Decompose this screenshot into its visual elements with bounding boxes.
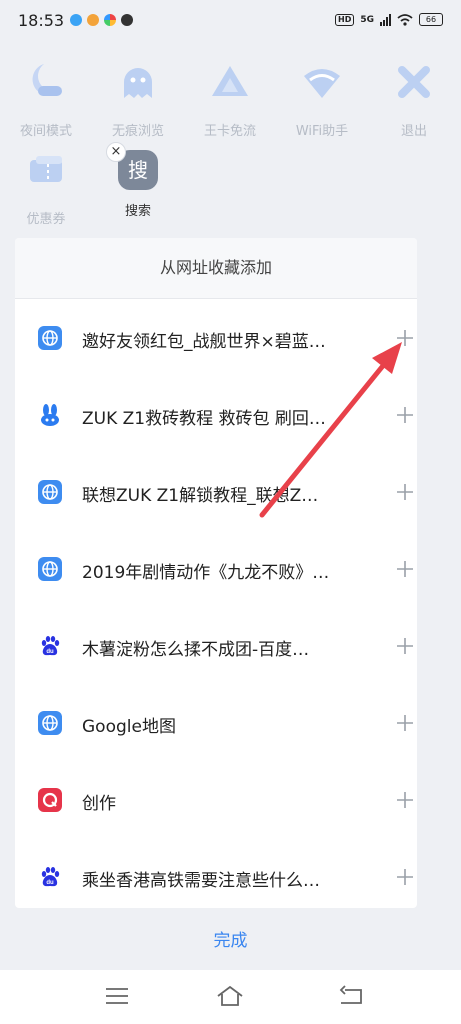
incognito-button[interactable]: 无痕浏览 bbox=[92, 58, 184, 139]
remove-search-button[interactable]: × bbox=[106, 142, 126, 162]
exit-icon bbox=[398, 66, 430, 98]
globe-icon bbox=[38, 711, 62, 735]
night-mode-icon bbox=[32, 64, 62, 96]
globe-icon bbox=[38, 480, 62, 504]
bookmark-row[interactable]: du 乘坐香港高铁需要注意些什么… bbox=[15, 852, 417, 902]
status-time: 18:53 bbox=[18, 11, 65, 30]
network-type: 5G bbox=[360, 14, 374, 25]
baidu-icon: du bbox=[38, 634, 62, 658]
add-button[interactable] bbox=[393, 480, 417, 504]
globe-icon bbox=[38, 557, 62, 581]
add-button[interactable] bbox=[393, 865, 417, 889]
signal-icon bbox=[380, 13, 391, 26]
wifi-status-icon bbox=[397, 13, 413, 26]
panel-title: 从网址收藏添加 bbox=[15, 238, 417, 299]
bookmark-title: ZUK Z1救砖教程 救砖包 刷回… bbox=[82, 409, 326, 429]
bookmark-title: 乘坐香港高铁需要注意些什么… bbox=[82, 871, 320, 891]
add-button[interactable] bbox=[393, 788, 417, 812]
night-mode-label: 夜间模式 bbox=[19, 124, 72, 139]
add-button[interactable] bbox=[393, 403, 417, 427]
king-card-icon bbox=[212, 66, 248, 96]
coupon-button[interactable]: 优惠券 bbox=[0, 146, 92, 227]
zuk-rabbit-icon bbox=[38, 403, 62, 427]
bookmark-row[interactable]: ZUK Z1救砖教程 救砖包 刷回… bbox=[15, 390, 417, 440]
status-indicators: HD 5G 66 bbox=[335, 13, 443, 26]
status-app-icons bbox=[70, 14, 133, 26]
menu-icon[interactable] bbox=[102, 983, 132, 1009]
night-mode-button[interactable]: 夜间模式 bbox=[0, 58, 92, 139]
battery-icon: 66 bbox=[419, 13, 443, 26]
svg-text:du: du bbox=[46, 649, 54, 655]
add-button[interactable] bbox=[393, 557, 417, 581]
bookmark-row[interactable]: 邀好友领红包_战舰世界×碧蓝… bbox=[15, 313, 417, 363]
search-tile[interactable]: 搜 × 搜索 bbox=[92, 142, 184, 219]
bookmark-title: 木薯淀粉怎么揉不成团-百度… bbox=[82, 640, 310, 660]
create-icon bbox=[38, 788, 62, 812]
add-from-bookmarks-panel: 从网址收藏添加 邀好友领红包_战舰世界×碧蓝… ZUK Z1救砖教程 救砖包 刷… bbox=[15, 238, 417, 908]
notification-app-icon bbox=[121, 14, 133, 26]
exit-label: 退出 bbox=[400, 124, 427, 139]
coupon-label: 优惠券 bbox=[26, 212, 66, 227]
notification-app-icon bbox=[70, 14, 82, 26]
done-button[interactable]: 完成 bbox=[0, 926, 461, 951]
bookmark-title: 联想ZUK Z1解锁教程_联想Z… bbox=[82, 486, 319, 506]
add-button[interactable] bbox=[393, 711, 417, 735]
back-icon[interactable] bbox=[336, 983, 366, 1009]
home-icon[interactable] bbox=[215, 983, 245, 1009]
incognito-icon bbox=[124, 68, 152, 98]
wifi-assistant-button[interactable]: WiFi助手 bbox=[276, 58, 368, 139]
bookmark-row[interactable]: 2019年剧情动作《九龙不败》… bbox=[15, 544, 417, 594]
bookmark-title: Google地图 bbox=[82, 717, 176, 737]
coupon-icon bbox=[30, 156, 62, 182]
bookmark-title: 邀好友领红包_战舰世界×碧蓝… bbox=[82, 332, 326, 352]
bookmark-row[interactable]: du 木薯淀粉怎么揉不成团-百度… bbox=[15, 621, 417, 671]
incognito-label: 无痕浏览 bbox=[111, 124, 164, 139]
notification-app-icon bbox=[104, 14, 116, 26]
exit-button[interactable]: 退出 bbox=[368, 58, 460, 139]
bookmark-title: 2019年剧情动作《九龙不败》… bbox=[82, 563, 330, 583]
add-button[interactable] bbox=[393, 326, 417, 350]
wifi-assistant-label: WiFi助手 bbox=[295, 124, 349, 139]
search-label: 搜索 bbox=[124, 204, 151, 219]
bookmark-row[interactable]: 创作 bbox=[15, 775, 417, 825]
wifi-icon bbox=[304, 69, 340, 98]
bookmark-row[interactable]: 联想ZUK Z1解锁教程_联想Z… bbox=[15, 467, 417, 517]
bookmark-title: 创作 bbox=[82, 794, 116, 814]
baidu-icon: du bbox=[38, 865, 62, 889]
navigation-bar bbox=[0, 970, 461, 1024]
king-card-label: 王卡免流 bbox=[203, 124, 256, 139]
status-bar: 18:53 HD 5G 66 bbox=[0, 0, 461, 40]
bookmark-row[interactable]: Google地图 bbox=[15, 698, 417, 748]
hd-badge: HD bbox=[335, 13, 355, 26]
king-card-button[interactable]: 王卡免流 bbox=[184, 58, 276, 139]
add-button[interactable] bbox=[393, 634, 417, 658]
weibo-icon bbox=[87, 14, 99, 26]
globe-icon bbox=[38, 326, 62, 350]
svg-text:du: du bbox=[46, 880, 54, 886]
